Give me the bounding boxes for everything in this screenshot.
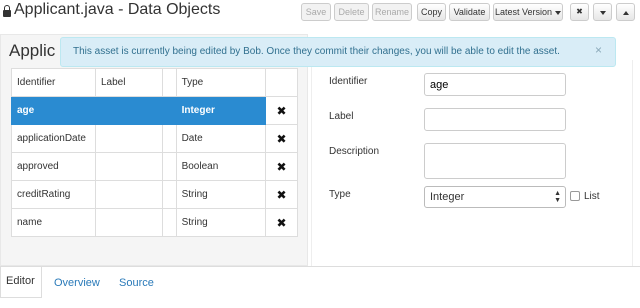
- row-spacer: [161, 124, 177, 153]
- column-header-identifier[interactable]: Identifier: [11, 68, 96, 97]
- delete-icon[interactable]: ✖: [271, 104, 292, 118]
- chevron-down-icon: [555, 10, 562, 15]
- column-header-spacer: [161, 68, 177, 97]
- row-delete-cell: ✖: [265, 180, 298, 209]
- column-header-type[interactable]: Type: [175, 68, 267, 97]
- select-arrows-icon: ▲ ▼: [554, 190, 561, 204]
- fields-table: Identifier Label Type age Integer ✖ appl…: [11, 68, 298, 237]
- tab-source[interactable]: Source: [119, 277, 154, 289]
- delete-button[interactable]: Delete: [334, 3, 369, 21]
- row-identifier[interactable]: creditRating: [11, 180, 96, 209]
- delete-icon[interactable]: ✖: [271, 188, 292, 202]
- table-row[interactable]: creditRating String ✖: [11, 180, 298, 209]
- row-identifier[interactable]: name: [11, 208, 96, 237]
- row-label[interactable]: [94, 96, 163, 125]
- table-row[interactable]: applicationDate Date ✖: [11, 124, 298, 153]
- row-identifier[interactable]: applicationDate: [11, 124, 96, 153]
- description-label: Description: [329, 146, 380, 157]
- lock-icon: [3, 5, 11, 18]
- row-spacer: [161, 180, 177, 209]
- table-header-row: Identifier Label Type: [11, 68, 298, 97]
- validate-button[interactable]: Validate: [449, 3, 490, 21]
- column-header-label[interactable]: Label: [94, 68, 163, 97]
- close-icon[interactable]: ✖: [570, 3, 589, 21]
- editor-tabs: Editor Overview Source: [0, 266, 640, 308]
- row-delete-cell: ✖: [265, 152, 298, 181]
- row-spacer: [161, 208, 177, 237]
- identifier-input[interactable]: [424, 73, 566, 96]
- edit-lock-alert: This asset is currently being edited by …: [60, 37, 616, 67]
- row-label[interactable]: [94, 152, 163, 181]
- row-spacer: [161, 96, 177, 125]
- row-identifier[interactable]: approved: [11, 152, 96, 181]
- row-type[interactable]: Date: [175, 124, 267, 153]
- row-type[interactable]: Boolean: [175, 152, 267, 181]
- type-select-value: Integer: [430, 191, 465, 203]
- table-row[interactable]: name String ✖: [11, 208, 298, 237]
- title-bar: Applicant.java - Data Objects Save Delet…: [0, 0, 640, 24]
- type-select[interactable]: Integer ▲ ▼: [424, 186, 566, 208]
- chevron-down-icon: [599, 10, 606, 15]
- identifier-label: Identifier: [329, 76, 368, 87]
- latest-version-dropdown[interactable]: Latest Version: [493, 3, 563, 21]
- type-label: Type: [329, 189, 351, 200]
- row-delete-cell: ✖: [265, 208, 298, 237]
- options-dropdown[interactable]: [593, 3, 612, 21]
- panel-title: Applic: [9, 41, 56, 60]
- rename-button[interactable]: Rename: [372, 3, 412, 21]
- chevron-up-icon: [622, 10, 629, 15]
- row-type[interactable]: String: [175, 208, 267, 237]
- table-row[interactable]: age Integer ✖: [11, 96, 298, 125]
- row-label[interactable]: [94, 208, 163, 237]
- latest-version-label: Latest Version: [494, 7, 553, 17]
- table-row[interactable]: approved Boolean ✖: [11, 152, 298, 181]
- list-checkbox-label: List: [584, 191, 600, 202]
- row-delete-cell: ✖: [265, 96, 298, 125]
- row-label[interactable]: [94, 124, 163, 153]
- list-checkbox[interactable]: [570, 191, 580, 201]
- delete-icon[interactable]: ✖: [271, 132, 292, 146]
- copy-button[interactable]: Copy: [417, 3, 446, 21]
- row-delete-cell: ✖: [265, 124, 298, 153]
- tab-overview[interactable]: Overview: [54, 277, 100, 289]
- alert-close-icon[interactable]: ×: [595, 43, 602, 57]
- delete-icon[interactable]: ✖: [271, 160, 292, 174]
- column-header-actions: [265, 68, 298, 97]
- row-identifier[interactable]: age: [11, 96, 96, 125]
- row-label[interactable]: [94, 180, 163, 209]
- label-label: Label: [329, 111, 354, 122]
- row-type[interactable]: Integer: [175, 96, 267, 125]
- row-spacer: [161, 152, 177, 181]
- maximize-button[interactable]: [616, 3, 635, 21]
- tab-editor[interactable]: Editor: [0, 267, 42, 298]
- row-type[interactable]: String: [175, 180, 267, 209]
- description-textarea[interactable]: [424, 143, 566, 179]
- window-title: Applicant.java - Data Objects: [14, 1, 221, 18]
- delete-icon[interactable]: ✖: [271, 216, 292, 230]
- save-button[interactable]: Save: [301, 3, 331, 21]
- label-input[interactable]: [424, 108, 566, 131]
